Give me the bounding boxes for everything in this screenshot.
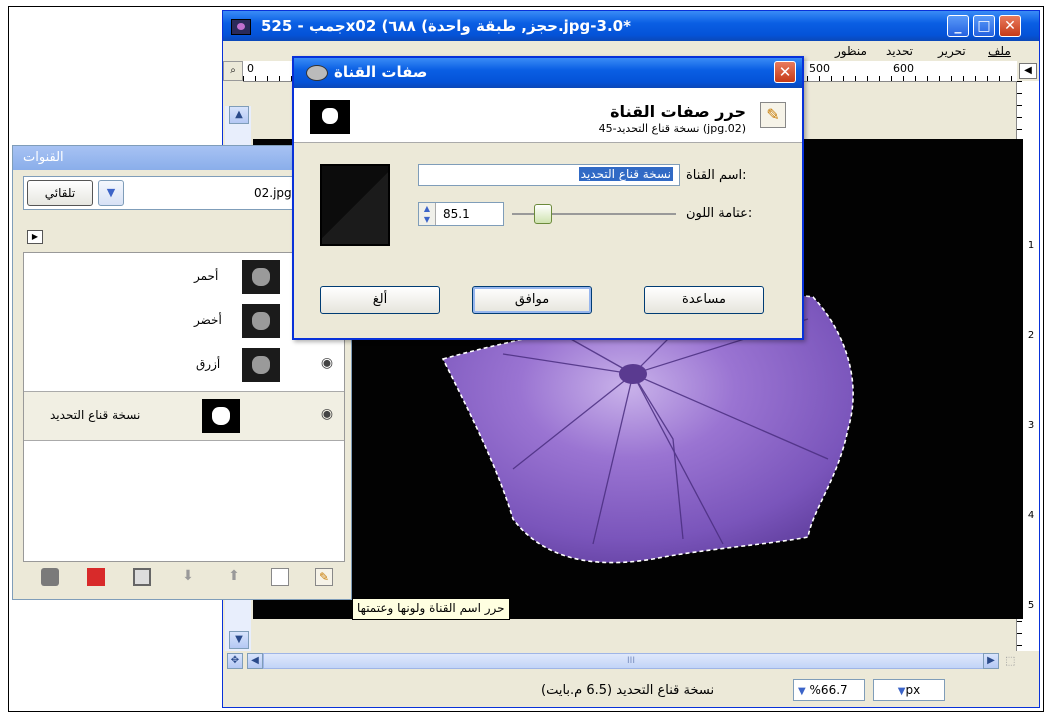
cancel-button[interactable]: ألغ [320,286,440,314]
spin-arrows-icon[interactable]: ▲ ▼ [419,203,436,225]
resize-corner-icon: ⬚ [1005,654,1016,667]
dialog-title: صفات القناة [334,63,428,81]
channel-thumbnail [242,348,280,382]
zoom-select[interactable]: ▼ %66.7 [793,679,865,701]
auto-button[interactable]: تلقائي [27,180,93,206]
scroll-down-icon[interactable]: ▼ [229,631,249,649]
raise-channel-icon[interactable]: ⬆ [225,568,243,586]
unit-value: px [905,683,921,697]
channel-name-input[interactable]: نسخة قناع التحديد [418,164,680,186]
edit-channel-pencil-icon[interactable]: ✎ [315,568,333,586]
channel-thumbnail [242,304,280,338]
channel-row-blue[interactable]: أزرق ◉ [24,343,344,387]
opacity-value: 85.1 [443,207,470,221]
trash-icon[interactable] [41,568,59,586]
dialog-header: حرر صفات القناة نسخة قناع التحديد-45 (jp… [294,88,802,143]
ruler-label: 4 [1027,510,1035,521]
lower-channel-icon[interactable]: ⬇ [179,568,197,586]
gimp-icon [306,65,328,81]
move-navigate-icon[interactable]: ✥ [227,653,243,669]
statusbar: نسخة قناع التحديد (6.5 م.بايت) ▼ %66.7 ▼… [223,675,1039,705]
scroll-right-icon[interactable]: ▶ [983,653,999,669]
ruler-label: 500 [809,62,830,75]
tab-menu-icon[interactable]: ▶ [27,230,43,244]
horizontal-scrollbar[interactable]: ✥ ◀ III ▶ ⬚ [223,651,1039,671]
image-window-titlebar[interactable]: جمب - 525x‏حجز, طبقة واحدة) ٦٨٨) 02.jpg-… [223,11,1039,41]
channel-label: أزرق [196,357,221,371]
eye-icon[interactable]: ◉ [314,355,340,375]
scroll-up-icon[interactable]: ▲ [229,106,249,124]
minimize-button[interactable]: _ [947,15,969,37]
ruler-label: 1 [1027,240,1035,251]
scroll-grip: III [627,656,635,666]
tooltip: حرر اسم القناة ولونها وعتمتها [352,598,510,620]
ruler-label: 3 [1027,420,1035,431]
menu-select[interactable]: تحديد [886,44,913,58]
navigate-icon[interactable]: ◀ [1019,63,1037,79]
channel-label: أحمر [194,269,219,283]
channel-thumbnail [242,260,280,294]
image-selector[interactable]: تلقائي ▼ 02.jpg [23,176,313,210]
menu-view[interactable]: منظور [835,44,867,58]
channel-label: نسخة قناع التحديد [50,408,141,422]
channels-toolbar: ⬇ ⬆ ✎ [23,564,345,592]
close-dialog-button[interactable]: ✕ [774,61,796,83]
duplicate-channel-icon[interactable] [133,568,151,586]
ruler-label: 0 [247,62,254,75]
maximize-button[interactable]: □ [973,15,995,37]
menu-file[interactable]: ملف [988,44,1011,58]
ruler-label: 600 [893,62,914,75]
dialog-header-subtitle: نسخة قناع التحديد-45 (jpg.02) [598,122,746,135]
new-channel-icon[interactable] [271,568,289,586]
pencil-icon: ✎ [760,102,786,128]
channel-row-selection-mask[interactable]: نسخة قناع التحديد ◉ [24,391,344,441]
menu-edit[interactable]: تحرير [938,44,966,58]
ruler-label: 2 [1027,330,1035,341]
chevron-down-icon: ▼ [798,686,806,697]
ok-button[interactable]: موافق [472,286,592,314]
channel-name-label: اسم القناة: [686,168,747,183]
dialog-header-title: حرر صفات القناة [610,102,746,121]
chevron-down-icon[interactable]: ▼ [98,180,124,206]
gimp-app-icon [231,19,251,35]
channel-attributes-dialog: صفات القناة ✕ حرر صفات القناة نسخة قناع … [292,56,804,340]
flower-center [619,364,647,384]
scroll-left-icon[interactable]: ◀ [247,653,263,669]
channel-to-selection-icon[interactable] [87,568,105,586]
opacity-slider-handle[interactable] [534,204,552,224]
image-name: 02.jpg [254,186,292,200]
status-text: نسخة قناع التحديد (6.5 م.بايت) [541,683,715,698]
eye-icon[interactable]: ◉ [314,406,340,426]
help-button[interactable]: مساعدة [644,286,764,314]
unit-select[interactable]: ▼px [873,679,945,701]
image-window-title: جمب - 525x‏حجز, طبقة واحدة) ٦٨٨) 02.jpg-… [261,17,631,35]
close-window-button[interactable]: ✕ [999,15,1021,37]
horizontal-scroll-thumb[interactable]: III [263,653,999,669]
channel-color-button[interactable] [320,164,390,246]
channel-label: أخضر [194,313,222,327]
zoom-corner-icon[interactable]: ⌕ [223,61,243,81]
opacity-label: عتامة اللون: [686,206,753,221]
dialog-titlebar[interactable]: صفات القناة ✕ [294,58,802,88]
channel-preview-thumbnail [310,100,350,134]
dock-title: القنوات [23,150,64,165]
channel-thumbnail [202,399,240,433]
zoom-value: %66.7 [809,683,848,697]
channel-name-value: نسخة قناع التحديد [578,167,673,181]
opacity-spinbutton[interactable]: ▲ ▼ 85.1 [418,202,504,226]
ruler-label: 5 [1027,600,1035,611]
